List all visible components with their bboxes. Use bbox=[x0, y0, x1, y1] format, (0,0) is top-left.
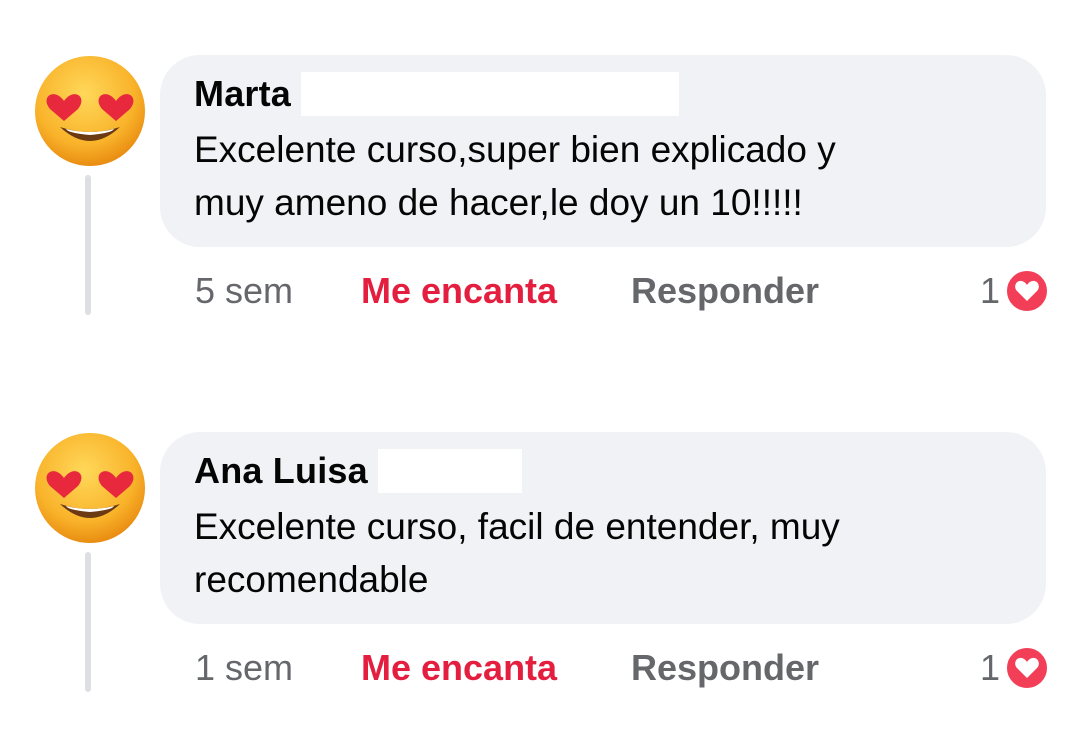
redacted-surname bbox=[301, 72, 680, 116]
comment-actions: 1 sem Me encanta Responder 1 bbox=[195, 643, 1050, 693]
author-name[interactable]: Ana Luisa bbox=[194, 450, 368, 492]
reply-button[interactable]: Responder bbox=[631, 270, 819, 312]
heart-reaction-icon bbox=[1005, 269, 1049, 313]
comment-bubble: Marta Excelente curso,super bien explica… bbox=[160, 55, 1046, 247]
author-name[interactable]: Marta bbox=[194, 73, 291, 115]
heart-eyes-emoji-icon bbox=[35, 433, 145, 543]
avatar[interactable] bbox=[34, 432, 146, 544]
comment-text: Excelente curso,super bien explicado y m… bbox=[194, 123, 1012, 229]
comment-text-line: muy ameno de hacer,le doy un 10!!!!! bbox=[194, 182, 803, 223]
comment-text: Excelente curso, facil de entender, muy … bbox=[194, 500, 1012, 606]
heart-reaction-icon bbox=[1005, 646, 1049, 690]
reaction-count: 1 bbox=[979, 270, 1000, 311]
reply-button[interactable]: Responder bbox=[631, 647, 819, 689]
thread-line bbox=[85, 175, 91, 315]
comment-text-line: Excelente curso,super bien explicado y bbox=[194, 129, 836, 170]
comment-actions: 5 sem Me encanta Responder 1 bbox=[195, 266, 1050, 316]
comment-text-line: recomendable bbox=[194, 559, 429, 600]
avatar[interactable] bbox=[34, 55, 146, 167]
love-reaction-button[interactable]: Me encanta bbox=[361, 270, 631, 312]
redacted-surname bbox=[377, 449, 522, 493]
timestamp[interactable]: 5 sem bbox=[195, 270, 361, 312]
comment-text-line: Excelente curso, facil de entender, muy bbox=[194, 506, 840, 547]
heart-eyes-emoji-icon bbox=[35, 56, 145, 166]
thread-line bbox=[85, 552, 91, 692]
reaction-summary[interactable]: 1 bbox=[980, 645, 1050, 691]
timestamp[interactable]: 1 sem bbox=[195, 647, 361, 689]
reaction-count: 1 bbox=[979, 647, 1000, 688]
reaction-summary[interactable]: 1 bbox=[980, 268, 1050, 314]
comment-bubble: Ana Luisa Excelente curso, facil de ente… bbox=[160, 432, 1046, 624]
love-reaction-button[interactable]: Me encanta bbox=[361, 647, 631, 689]
